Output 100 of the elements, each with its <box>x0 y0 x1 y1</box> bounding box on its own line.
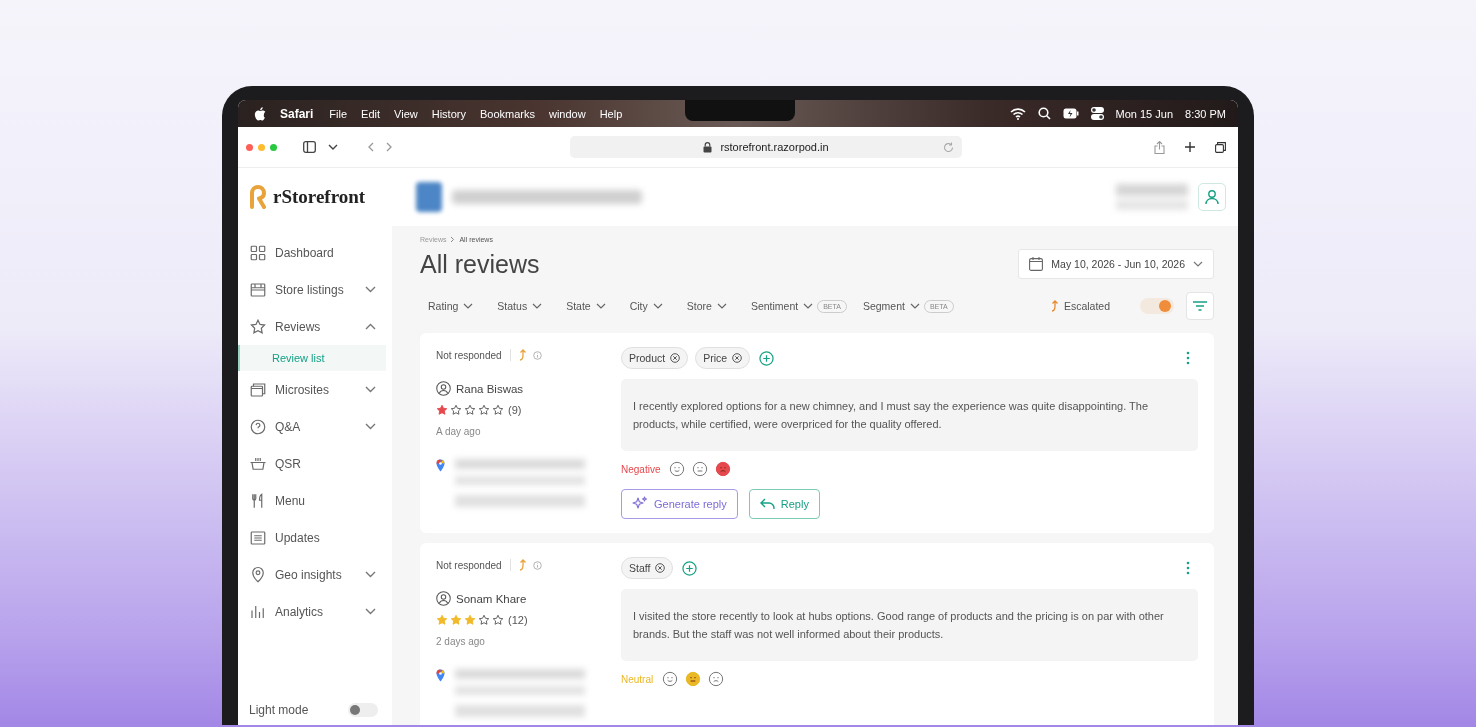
menu-bar-date: Mon 15 Jun <box>1115 107 1174 120</box>
url-text: rstorefront.razorpod.in <box>720 141 829 153</box>
filter-icon <box>1193 301 1207 311</box>
wifi-icon[interactable] <box>1009 107 1026 120</box>
address-bar[interactable]: rstorefront.razorpod.in <box>570 136 962 158</box>
review-time: 2 days ago <box>436 636 486 647</box>
review-count: (9) <box>508 404 522 416</box>
sidebar-item[interactable]: Updates <box>238 519 392 556</box>
lock-icon <box>703 141 713 153</box>
app-menu[interactable]: Safari <box>280 106 314 121</box>
filter-dropdown[interactable]: City <box>621 300 671 312</box>
add-tag-icon[interactable] <box>759 350 775 366</box>
review-time: A day ago <box>436 426 482 437</box>
escalated-label: Escalated <box>1063 300 1110 312</box>
sidebar-item[interactable]: Analytics <box>238 593 392 630</box>
menu-bar-item[interactable]: Bookmarks <box>479 107 535 120</box>
sentiment-label: Neutral <box>621 673 654 685</box>
filter-button[interactable] <box>1186 292 1214 320</box>
storefront-icon <box>249 280 267 299</box>
chevron-down-icon <box>595 303 606 309</box>
chevron-down-icon <box>716 303 727 309</box>
date-range-picker[interactable]: May 10, 2026 - Jun 10, 2026 <box>1018 249 1214 279</box>
escalated-toggle[interactable] <box>1140 298 1174 314</box>
remove-tag-icon[interactable] <box>732 353 743 363</box>
battery-icon[interactable] <box>1062 108 1079 119</box>
page-title: All reviews <box>420 249 540 279</box>
review-text: I recently explored options for a new chimney, and I must say the experience was quite disappointing. The products, while certified, were overpriced for the quality offered. <box>621 379 1198 451</box>
tab-overview-icon[interactable] <box>1215 141 1226 153</box>
sidebar-item[interactable]: Reviews <box>238 308 392 345</box>
question-icon <box>249 417 267 436</box>
more-options-icon[interactable] <box>1186 351 1190 365</box>
neutral-face-icon[interactable] <box>685 671 702 687</box>
sidebar-item[interactable]: Q&A <box>238 408 392 445</box>
location-pin-icon <box>249 565 267 584</box>
menu-bar-item[interactable]: View <box>394 107 418 120</box>
remove-tag-icon[interactable] <box>670 353 681 363</box>
chevron-down-icon <box>909 303 920 309</box>
menu-bar-item[interactable]: Edit <box>361 107 381 120</box>
menu-bar-item[interactable]: File <box>329 107 348 120</box>
smiling-face-icon[interactable] <box>669 461 686 477</box>
topic-tag[interactable]: Product <box>621 347 689 369</box>
menu-bar-item[interactable]: Help <box>599 107 623 120</box>
topic-tag[interactable]: Staff <box>621 557 674 579</box>
neutral-face-icon[interactable] <box>692 461 709 477</box>
escalate-arrow-icon[interactable] <box>518 349 527 361</box>
sidebar-toggle-icon[interactable] <box>303 141 316 153</box>
menu-bar-time: 8:30 PM <box>1185 107 1226 120</box>
sidebar-item[interactable]: QSR <box>238 445 392 482</box>
filter-dropdown[interactable]: Rating <box>420 300 482 312</box>
reviewer-name: Sonam Khare <box>456 592 527 605</box>
user-avatar-icon <box>436 381 451 396</box>
more-options-icon[interactable] <box>1186 561 1190 575</box>
chevron-down-icon[interactable] <box>328 144 338 150</box>
new-tab-icon[interactable] <box>1185 142 1195 152</box>
search-icon[interactable] <box>1037 107 1051 120</box>
blurred-store-logo <box>416 182 442 212</box>
sentiment-label: Negative <box>621 463 661 475</box>
light-mode-toggle[interactable] <box>348 703 378 717</box>
chevron-down-icon <box>463 303 474 309</box>
add-tag-icon[interactable] <box>682 560 698 576</box>
escalation-arrow-icon <box>1050 300 1059 312</box>
chevron-down-icon <box>652 303 663 309</box>
light-mode-label: Light mode <box>249 703 309 717</box>
sidebar-item[interactable]: Menu <box>238 482 392 519</box>
sidebar-item[interactable]: Geo insights <box>238 556 392 593</box>
menu-bar-item[interactable]: History <box>431 107 466 120</box>
calendar-icon <box>1029 257 1044 271</box>
map-pin-icon <box>436 669 445 682</box>
zoom-window-button[interactable] <box>270 143 277 151</box>
review-text: I visited the store recently to look at hubs options. Good range of products and the pricing is on par with other brands. But the staff was not well informed about their products. <box>621 589 1198 661</box>
generate-reply-button[interactable]: Generate reply <box>621 489 738 519</box>
list-document-icon <box>249 528 267 547</box>
sidebar-item[interactable]: Store listings <box>238 271 392 308</box>
frowning-face-icon[interactable] <box>708 671 725 687</box>
map-pin-icon <box>436 459 445 472</box>
apple-logo-icon[interactable] <box>254 106 266 121</box>
topic-tag[interactable]: Price <box>695 347 751 369</box>
frowning-face-icon[interactable] <box>715 461 732 477</box>
remove-tag-icon[interactable] <box>655 563 666 573</box>
review-count: (12) <box>508 614 528 626</box>
brand-name: rStorefront <box>273 186 366 208</box>
chevron-down-icon <box>532 303 543 309</box>
filter-dropdown[interactable]: State <box>558 300 614 312</box>
close-window-button[interactable] <box>246 143 253 151</box>
chevron-down-icon <box>1193 261 1203 267</box>
breadcrumb-chevron-icon <box>450 236 456 243</box>
control-center-icon[interactable] <box>1090 107 1104 120</box>
chevron-down-icon <box>803 303 814 309</box>
reply-arrow-icon <box>759 498 775 510</box>
share-icon[interactable] <box>1154 140 1165 154</box>
menu-bar-item[interactable]: window <box>549 107 586 120</box>
filter-dropdown[interactable]: Status <box>489 300 551 312</box>
filter-dropdown[interactable]: Store <box>678 300 735 312</box>
escalate-arrow-icon[interactable] <box>518 559 527 571</box>
dashboard-grid-icon <box>249 243 267 262</box>
smiling-face-icon[interactable] <box>662 671 679 687</box>
sidebar-item[interactable]: Microsites <box>238 371 392 408</box>
reload-icon[interactable] <box>943 141 954 153</box>
user-profile-button[interactable] <box>1198 183 1226 211</box>
sidebar-item[interactable]: Dashboard <box>238 234 392 271</box>
